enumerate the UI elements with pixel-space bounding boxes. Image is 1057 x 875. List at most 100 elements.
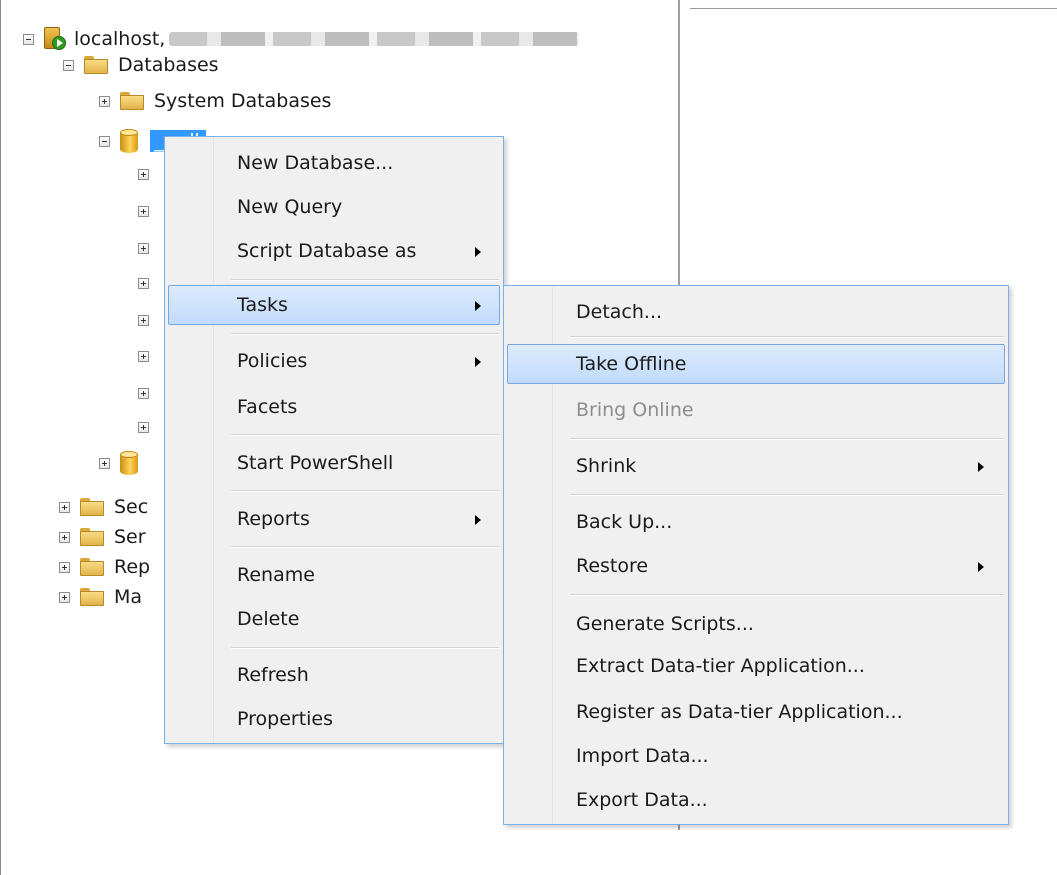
expand-icon[interactable] bbox=[138, 421, 149, 433]
expand-icon[interactable] bbox=[99, 457, 110, 469]
expand-icon[interactable] bbox=[59, 531, 70, 543]
redacted-server-name bbox=[169, 32, 580, 46]
menu-separator bbox=[231, 490, 499, 492]
menu-item-label: New Query bbox=[237, 196, 343, 218]
menu-item-detach[interactable]: Detach... bbox=[507, 292, 1005, 332]
menu-separator bbox=[570, 494, 1004, 496]
database-icon bbox=[120, 129, 138, 153]
replication-label: Rep bbox=[114, 556, 151, 578]
tree-node-db-child[interactable] bbox=[138, 376, 159, 410]
menu-item-label: Restore bbox=[576, 555, 649, 577]
menu-separator bbox=[231, 333, 499, 335]
tree-node-db-child[interactable] bbox=[138, 231, 159, 265]
menu-item-refresh[interactable]: Refresh bbox=[168, 655, 500, 695]
menu-item-new-database[interactable]: New Database... bbox=[168, 143, 500, 183]
tree-node-db-child[interactable] bbox=[138, 303, 159, 337]
expand-icon[interactable] bbox=[138, 242, 149, 254]
menu-item-policies[interactable]: Policies bbox=[168, 341, 500, 381]
tree-node-management[interactable]: Ma bbox=[59, 580, 142, 614]
menu-item-extract-data-tier[interactable]: Extract Data-tier Application... bbox=[507, 646, 1005, 686]
collapse-icon[interactable] bbox=[23, 33, 34, 45]
menu-item-facets[interactable]: Facets bbox=[168, 387, 500, 427]
menu-item-export-data[interactable]: Export Data... bbox=[507, 780, 1005, 820]
expand-icon[interactable] bbox=[138, 350, 149, 362]
tree-node-databases[interactable]: Databases bbox=[63, 48, 219, 82]
menu-item-restore[interactable]: Restore bbox=[507, 546, 1005, 586]
menu-item-label: Properties bbox=[237, 708, 334, 730]
tree-node-db-child[interactable] bbox=[138, 266, 159, 300]
tree-node-database[interactable] bbox=[99, 446, 150, 480]
menu-item-back-up[interactable]: Back Up... bbox=[507, 502, 1005, 542]
submenu-arrow-icon bbox=[475, 247, 481, 257]
menu-item-label: Bring Online bbox=[576, 399, 694, 421]
expand-icon[interactable] bbox=[138, 168, 149, 180]
folder-icon bbox=[80, 498, 104, 516]
menu-item-label: Policies bbox=[237, 350, 308, 372]
collapse-icon[interactable] bbox=[63, 59, 74, 71]
expand-icon[interactable] bbox=[138, 314, 149, 326]
pane-border bbox=[690, 8, 1057, 9]
menu-item-generate-scripts[interactable]: Generate Scripts... bbox=[507, 604, 1005, 644]
tree-node-db-child[interactable] bbox=[138, 339, 159, 373]
menu-item-label: Back Up... bbox=[576, 511, 673, 533]
submenu-arrow-icon bbox=[978, 462, 984, 472]
menu-item-delete[interactable]: Delete bbox=[168, 599, 500, 639]
tree-node-replication[interactable]: Rep bbox=[59, 550, 150, 584]
menu-separator bbox=[231, 434, 499, 436]
menu-item-label: Import Data... bbox=[576, 745, 709, 767]
menu-item-properties[interactable]: Properties bbox=[168, 699, 500, 739]
tree-node-db-child[interactable] bbox=[138, 157, 159, 191]
menu-separator bbox=[570, 594, 1004, 596]
expand-icon[interactable] bbox=[138, 387, 149, 399]
menu-item-label: Shrink bbox=[576, 455, 637, 477]
collapse-icon[interactable] bbox=[99, 135, 110, 147]
menu-item-label: Register as Data-tier Application... bbox=[576, 701, 903, 723]
menu-separator bbox=[570, 336, 1004, 338]
menu-separator bbox=[231, 647, 499, 649]
submenu-arrow-icon bbox=[978, 562, 984, 572]
databases-label: Databases bbox=[118, 54, 219, 76]
tree-node-system-databases[interactable]: System Databases bbox=[99, 84, 331, 118]
menu-item-label: Reports bbox=[237, 508, 310, 530]
expand-icon[interactable] bbox=[138, 277, 149, 289]
server-label: localhost, bbox=[74, 28, 166, 50]
menu-item-label: Refresh bbox=[237, 664, 309, 686]
tree-node-db-child[interactable] bbox=[138, 410, 159, 444]
expand-icon[interactable] bbox=[138, 205, 149, 217]
menu-item-take-offline[interactable]: Take Offline bbox=[507, 344, 1005, 384]
menu-item-label: Start PowerShell bbox=[237, 452, 394, 474]
menu-item-register-data-tier[interactable]: Register as Data-tier Application... bbox=[507, 692, 1005, 732]
tasks-submenu: Detach... Take Offline Bring Online Shri… bbox=[503, 285, 1009, 825]
menu-item-tasks[interactable]: Tasks bbox=[168, 285, 500, 325]
menu-item-label: Export Data... bbox=[576, 789, 708, 811]
menu-item-shrink[interactable]: Shrink bbox=[507, 446, 1005, 486]
menu-item-script-database-as[interactable]: Script Database as bbox=[168, 231, 500, 271]
submenu-arrow-icon bbox=[475, 515, 481, 525]
expand-icon[interactable] bbox=[59, 591, 70, 603]
folder-icon bbox=[120, 92, 144, 110]
tree-node-server-objects[interactable]: Ser bbox=[59, 520, 146, 554]
tree-node-db-child[interactable] bbox=[138, 194, 159, 228]
submenu-arrow-icon bbox=[475, 301, 481, 311]
menu-item-label: Rename bbox=[237, 564, 315, 586]
tree-node-security[interactable]: Sec bbox=[59, 490, 148, 524]
menu-item-rename[interactable]: Rename bbox=[168, 555, 500, 595]
management-label: Ma bbox=[114, 586, 143, 608]
expand-icon[interactable] bbox=[99, 95, 110, 107]
menu-item-start-powershell[interactable]: Start PowerShell bbox=[168, 443, 500, 483]
menu-gutter bbox=[165, 137, 214, 743]
folder-icon bbox=[80, 528, 104, 546]
menu-item-new-query[interactable]: New Query bbox=[168, 187, 500, 227]
database-context-menu: New Database... New Query Script Databas… bbox=[164, 136, 504, 744]
pane-splitter[interactable] bbox=[678, 0, 680, 290]
menu-item-label: Generate Scripts... bbox=[576, 613, 754, 635]
menu-item-import-data[interactable]: Import Data... bbox=[507, 736, 1005, 776]
menu-separator bbox=[570, 438, 1004, 440]
menu-item-reports[interactable]: Reports bbox=[168, 499, 500, 539]
expand-icon[interactable] bbox=[59, 561, 70, 573]
menu-item-label: Extract Data-tier Application... bbox=[576, 655, 865, 677]
folder-icon bbox=[84, 56, 108, 74]
submenu-arrow-icon bbox=[475, 357, 481, 367]
expand-icon[interactable] bbox=[59, 501, 70, 513]
menu-item-label: Script Database as bbox=[237, 240, 417, 262]
